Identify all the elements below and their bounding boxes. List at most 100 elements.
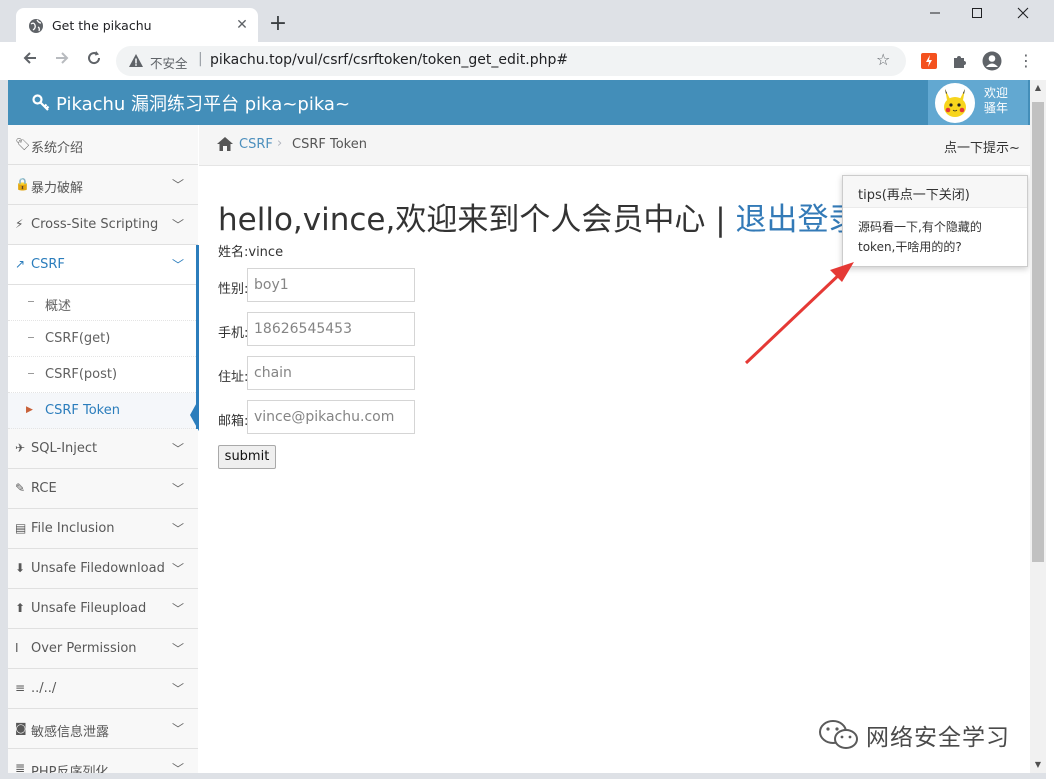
extension-icon[interactable] — [920, 52, 938, 70]
breadcrumb: CSRF › CSRF Token 点一下提示~ — [199, 125, 1030, 166]
submenu-item-label: CSRF Token — [45, 403, 120, 418]
sidebar-item-xss[interactable]: ⚡ Cross-Site Scripting ﹀ — [8, 205, 198, 245]
insecure-label[interactable]: 不安全 — [150, 53, 188, 72]
submenu-item-label: CSRF(get) — [45, 331, 111, 346]
gender-field[interactable] — [247, 268, 415, 302]
warning-icon — [129, 54, 143, 67]
sidebar-item-filedownload[interactable]: ⬇ Unsafe Filedownload ﹀ — [8, 549, 198, 589]
submenu-item-overview[interactable]: 概述 — [8, 285, 198, 321]
page-scrollbar[interactable]: ▲ ▼ — [1030, 80, 1046, 773]
close-tab-icon[interactable]: ✕ — [232, 15, 252, 35]
list-icon: ≣ — [15, 761, 26, 773]
submenu-item-csrf-post[interactable]: CSRF(post) — [8, 357, 198, 393]
new-tab-button[interactable]: + — [266, 12, 290, 36]
maximize-icon — [972, 8, 982, 18]
hint-link[interactable]: 点一下提示~ — [944, 137, 1020, 156]
sidebar-item-over-permission[interactable]: I Over Permission ﹀ — [8, 629, 198, 669]
sidebar-item-info-leak[interactable]: ◙ 敏感信息泄露 ﹀ — [8, 709, 198, 749]
email-field[interactable] — [247, 400, 415, 434]
forward-button[interactable] — [50, 49, 74, 73]
close-icon — [1017, 7, 1029, 19]
tab-strip: Get the pikachu ✕ + — [0, 0, 1054, 42]
brand[interactable]: Pikachu 漏洞练习平台 pika~pika~ — [32, 90, 350, 116]
pikachu-avatar-icon — [937, 85, 973, 121]
camera-icon: ◙ — [15, 721, 27, 735]
browser-tab[interactable]: Get the pikachu ✕ — [16, 8, 258, 42]
name-display: 姓名:vince — [218, 245, 284, 260]
align-left-icon: ≡ — [15, 681, 26, 695]
xss-icon: ⚡ — [15, 217, 24, 231]
phone-label: 手机: — [218, 326, 249, 341]
sidebar-item-dir-traversal[interactable]: ≡ ../../ ﹀ — [8, 669, 198, 709]
reload-button[interactable] — [82, 49, 106, 73]
scroll-up-icon[interactable]: ▲ — [1030, 80, 1046, 96]
home-icon[interactable] — [217, 137, 233, 151]
address-label: 住址: — [218, 370, 249, 385]
menu-kebab-icon[interactable]: ⋮ — [1014, 49, 1038, 73]
arrow-left-icon — [23, 52, 36, 64]
sidebar-item-label: Unsafe Filedownload — [31, 561, 165, 576]
sidebar-item-label: 系统介绍 — [31, 141, 84, 156]
watermark-text: 网络安全学习 — [866, 725, 1010, 751]
lock-icon: 🔒 — [15, 177, 30, 191]
key-icon — [32, 94, 50, 111]
welcome-text: 欢迎骚年 — [984, 86, 1009, 115]
user-menu[interactable]: 欢迎骚年 — [928, 80, 1028, 125]
tips-popover[interactable]: tips(再点一下关闭) 源码看一下,有个隐藏的token,干啥用的的? — [842, 175, 1028, 267]
browser-window: Get the pikachu ✕ + 不安全 | pikachu.top/vu… — [0, 0, 1054, 779]
browser-toolbar: 不安全 | pikachu.top/vul/csrf/csrftoken/tok… — [0, 42, 1054, 80]
sidebar-item-csrf[interactable]: ↗ CSRF ﹀ — [8, 245, 198, 285]
file-icon: ▤ — [15, 521, 27, 535]
popover-header: tips(再点一下关闭) — [843, 176, 1027, 208]
scroll-thumb[interactable] — [1032, 102, 1044, 562]
tab-title: Get the pikachu — [52, 18, 152, 33]
avatar — [935, 83, 975, 123]
chevron-up-icon: ﹀ — [172, 258, 185, 272]
url-text[interactable]: pikachu.top/vul/csrf/csrftoken/token_get… — [210, 52, 568, 68]
maximize-button[interactable] — [954, 0, 1000, 30]
brand-text: Pikachu 漏洞练习平台 pika~pika~ — [56, 94, 351, 115]
submenu-item-csrf-token[interactable]: ▶ CSRF Token — [8, 393, 198, 429]
phone-field[interactable] — [247, 312, 415, 346]
bookmark-star-icon[interactable]: ☆ — [876, 50, 890, 69]
sidebar-item-label: File Inclusion — [31, 521, 115, 536]
sidebar-item-file-inclusion[interactable]: ▤ File Inclusion ﹀ — [8, 509, 198, 549]
popover-title: tips(再点一下关闭) — [858, 188, 970, 203]
share-icon: ↗ — [15, 257, 26, 271]
minimize-icon — [930, 12, 940, 14]
submit-button[interactable]: submit — [218, 445, 276, 469]
sidebar-item-label: ../../ — [31, 681, 57, 696]
profile-icon[interactable] — [982, 51, 1002, 71]
plane-icon: ✈ — [15, 441, 26, 455]
page-viewport: Pikachu 漏洞练习平台 pika~pika~ 欢迎骚年 🏷 系统介绍 🔒 … — [8, 80, 1030, 773]
address-field[interactable] — [247, 356, 415, 390]
watermark: 网络安全学习 — [818, 714, 1028, 754]
sidebar-item-php-unserialize[interactable]: ≣ PHP反序列化 ﹀ — [8, 749, 198, 773]
puzzle-icon[interactable] — [951, 52, 969, 70]
sidebar-item-fileupload[interactable]: ⬆ Unsafe Fileupload ﹀ — [8, 589, 198, 629]
chevron-down-icon: ﹀ — [172, 722, 185, 736]
bullet-dot — [28, 337, 34, 338]
submenu-item-label: CSRF(post) — [45, 367, 118, 382]
sidebar-item-rce[interactable]: ✎ RCE ﹀ — [8, 469, 198, 509]
sidebar-item-label: RCE — [31, 481, 57, 496]
logout-link[interactable]: 退出登录 — [736, 202, 860, 238]
text-height-icon: I — [15, 641, 19, 655]
bullet-dot — [28, 301, 34, 302]
address-bar[interactable]: 不安全 | pikachu.top/vul/csrf/csrftoken/tok… — [116, 46, 906, 76]
upload-icon: ⬆ — [15, 601, 26, 615]
back-button[interactable] — [18, 49, 42, 73]
sidebar-item-intro[interactable]: 🏷 系统介绍 — [8, 125, 198, 165]
chevron-down-icon: ﹀ — [172, 642, 185, 656]
sidebar-item-sqli[interactable]: ✈ SQL-Inject ﹀ — [8, 429, 198, 469]
chevron-down-icon: ﹀ — [172, 218, 185, 232]
submenu-item-csrf-get[interactable]: CSRF(get) — [8, 321, 198, 357]
scroll-down-icon[interactable]: ▼ — [1030, 757, 1046, 773]
bullet-dot — [28, 373, 34, 374]
minimize-button[interactable] — [912, 0, 958, 30]
close-window-button[interactable] — [1000, 0, 1046, 30]
chevron-down-icon: ﹀ — [172, 602, 185, 616]
breadcrumb-link-csrf[interactable]: CSRF — [239, 137, 273, 152]
sidebar-item-bruteforce[interactable]: 🔒 暴力破解 ﹀ — [8, 165, 198, 205]
chevron-down-icon: ﹀ — [172, 682, 185, 696]
